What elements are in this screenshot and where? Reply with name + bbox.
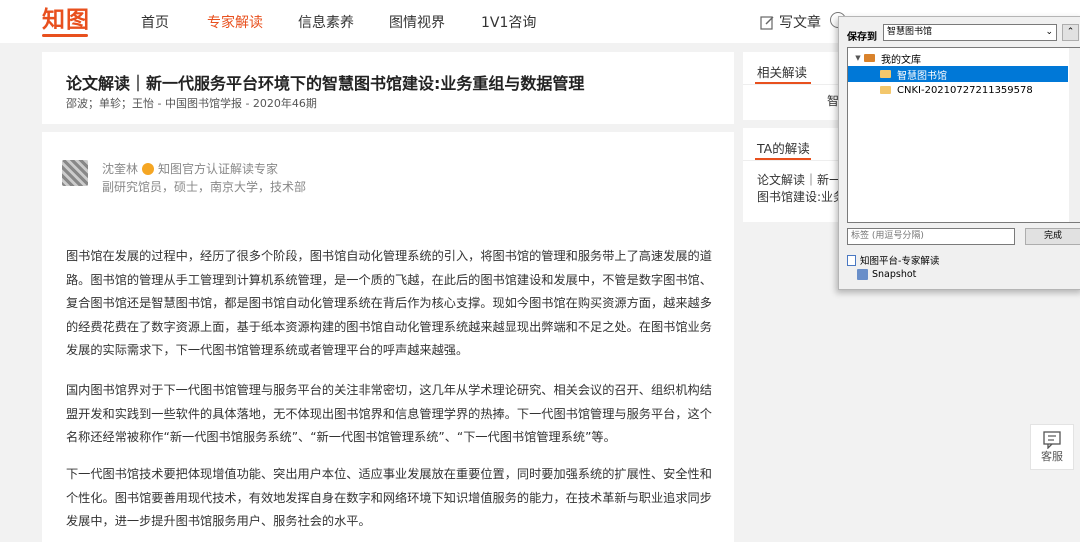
author-line: 沈奎林 知图官方认证解读专家 [102, 160, 278, 177]
save-to-label: 保存到 [847, 32, 877, 43]
logo-text: 知图 [42, 7, 90, 33]
edit-icon [760, 15, 774, 30]
nav-item-home[interactable]: 首页 [141, 12, 169, 32]
nav-item-expert-reading[interactable]: 专家解读 [207, 12, 263, 32]
article-header: 论文解读｜新一代服务平台环境下的智慧图书馆建设:业务重组与数据管理 邵波；单轸；… [42, 52, 734, 124]
tree-scrollbar[interactable] [1069, 48, 1080, 222]
tags-placeholder: 标签 (用逗号分隔) [851, 231, 924, 241]
article-body: 沈奎林 知图官方认证解读专家 副研究馆员，硕士，南京大学，技术部 图书馆在发展的… [42, 132, 734, 542]
article-paragraph-3: 下一代图书馆技术要把体现增值功能、突出用户本位、适应事业发展放在重要位置，同时要… [66, 467, 712, 529]
site-logo[interactable]: 知图 [42, 6, 90, 36]
ta-reading-link-line-2[interactable]: 图书馆建设:业务 [757, 189, 845, 206]
ta-reading-link-line-1[interactable]: 论文解读｜新一 [757, 172, 841, 189]
snapshot-icon [857, 269, 868, 280]
list-item-label: Snapshot [872, 269, 917, 280]
list-item-label: 知图平台-专家解读 [860, 256, 940, 267]
document-icon [847, 254, 856, 266]
author-badge-text: 知图官方认证解读专家 [158, 162, 279, 176]
customer-service-label: 客服 [1041, 450, 1063, 463]
related-readings-title: 相关解读 [757, 65, 808, 80]
article-paragraph-1: 图书馆在发展的过程中，经历了很多个阶段，图书馆自动化管理系统的引入，将图书馆的管… [66, 249, 712, 358]
article-paragraph-2: 国内图书馆界对于下一代图书馆管理与服务平台的关注非常密切，这几年从学术理论研究、… [66, 383, 712, 445]
nav-item-consult[interactable]: 1V1咨询 [481, 12, 536, 32]
verified-badge-icon [142, 162, 155, 175]
tree-item-smart-library[interactable]: 智慧图书馆 [848, 66, 1068, 82]
nav-item-library-view[interactable]: 图情视界 [389, 12, 445, 32]
write-article-label: 写文章 [779, 15, 821, 31]
customer-service-button[interactable]: 客服 [1030, 424, 1074, 470]
save-to-value: 智慧图书馆 [887, 27, 933, 37]
folder-icon [864, 54, 875, 62]
folder-icon [880, 86, 891, 94]
chevron-down-icon: ⌄ [1045, 27, 1053, 37]
tree-item-label: CNKI-20210727211359578 [897, 84, 1033, 96]
tree-item-my-library[interactable]: ▼ 我的文库 [848, 50, 1068, 66]
ta-readings-title: TA的解读 [757, 141, 810, 156]
save-to-select[interactable]: 智慧图书馆 ⌄ [883, 24, 1057, 41]
tags-input[interactable]: 标签 (用逗号分隔) [847, 228, 1015, 245]
save-to-popup: 保存到 智慧图书馆 ⌄ ⌃ ▼ 我的文库 智慧图书馆 CNKI-20210727… [838, 16, 1080, 290]
article-title: 论文解读｜新一代服务平台环境下的智慧图书馆建设:业务重组与数据管理 [66, 74, 585, 93]
author-avatar[interactable] [62, 160, 88, 186]
folder-icon [880, 70, 891, 78]
tree-item-cnki[interactable]: CNKI-20210727211359578 [848, 82, 1068, 98]
author-name[interactable]: 沈奎林 [102, 160, 138, 177]
save-list-item-snapshot[interactable]: Snapshot [857, 269, 916, 280]
expand-triangle-icon[interactable]: ▼ [852, 54, 864, 62]
collection-tree: ▼ 我的文库 智慧图书馆 CNKI-20210727211359578 [847, 47, 1080, 223]
write-article-button[interactable]: 写文章 [760, 12, 821, 32]
author-description: 副研究馆员，硕士，南京大学，技术部 [102, 180, 307, 194]
tree-item-label: 我的文库 [881, 54, 921, 66]
logo-underline [42, 34, 88, 37]
nav-item-info-literacy[interactable]: 信息素养 [298, 12, 354, 32]
done-button[interactable]: 完成 [1025, 228, 1080, 245]
save-list-item-webpage[interactable]: 知图平台-专家解读 [847, 253, 939, 267]
chevron-up-button[interactable]: ⌃ [1062, 24, 1079, 41]
article-meta: 邵波；单轸；王怡 - 中国图书馆学报 - 2020年46期 [66, 97, 317, 110]
tree-item-label: 智慧图书馆 [897, 70, 947, 82]
chat-icon [1043, 431, 1061, 450]
